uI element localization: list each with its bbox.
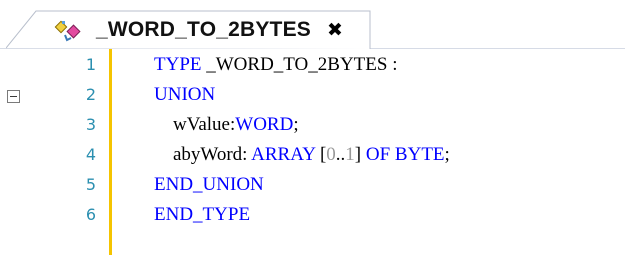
code-line[interactable]: 5 END_UNION	[0, 173, 625, 203]
close-icon[interactable]: ✖	[327, 21, 343, 40]
keyword-token: OF	[365, 144, 391, 165]
code-line[interactable]: 1 TYPE _WORD_TO_2BYTES :	[0, 53, 625, 83]
code-token: _WORD_TO_2BYTES :	[201, 54, 398, 75]
keyword-token: ARRAY	[251, 144, 316, 165]
code-text: abyWord: ARRAY [0..1] OF BYTE;	[154, 144, 450, 166]
line-number: 2	[85, 85, 96, 104]
code-text: END_TYPE	[154, 204, 250, 226]
code-token: ..	[335, 144, 346, 165]
tab-title: _WORD_TO_2BYTES	[96, 18, 311, 41]
code-token: ;	[444, 144, 450, 165]
keyword-token: END_UNION	[154, 174, 264, 195]
dut-union-icon	[54, 20, 81, 42]
editor-tab[interactable]: _WORD_TO_2BYTES ✖	[6, 10, 371, 49]
line-number: 4	[85, 145, 96, 164]
keyword-token: TYPE	[154, 54, 202, 75]
code-text: UNION	[154, 84, 215, 106]
number-token: 1	[345, 144, 355, 165]
line-number: 3	[85, 115, 96, 134]
code-token: ]	[354, 144, 366, 165]
code-line[interactable]: 4 abyWord: ARRAY [0..1] OF BYTE;	[0, 143, 625, 173]
keyword-token: END_TYPE	[154, 204, 251, 225]
keyword-token: WORD	[235, 114, 294, 135]
number-token: 0	[326, 144, 336, 165]
code-text: END_UNION	[154, 174, 264, 196]
line-number: 5	[85, 175, 96, 194]
code-token: wValue:	[154, 114, 236, 135]
keyword-token: UNION	[154, 84, 216, 105]
code-token: [	[315, 144, 327, 165]
code-line[interactable]: 2 UNION	[0, 83, 625, 113]
code-token: ;	[293, 114, 299, 135]
code-line[interactable]: 3 wValue:WORD;	[0, 113, 625, 143]
code-editor[interactable]: 1 TYPE _WORD_TO_2BYTES : 2 UNION 3 wValue:WO…	[0, 49, 625, 255]
code-text: TYPE _WORD_TO_2BYTES :	[154, 54, 397, 76]
line-number: 6	[85, 205, 96, 224]
collapse-icon[interactable]	[7, 90, 20, 103]
code-line[interactable]: 6 END_TYPE	[0, 203, 625, 233]
code-text: wValue:WORD;	[154, 114, 299, 136]
keyword-token: BYTE	[394, 144, 445, 165]
code-token: abyWord:	[154, 144, 252, 165]
line-number: 1	[85, 55, 96, 74]
editor-tab-bar: _WORD_TO_2BYTES ✖	[0, 0, 625, 49]
